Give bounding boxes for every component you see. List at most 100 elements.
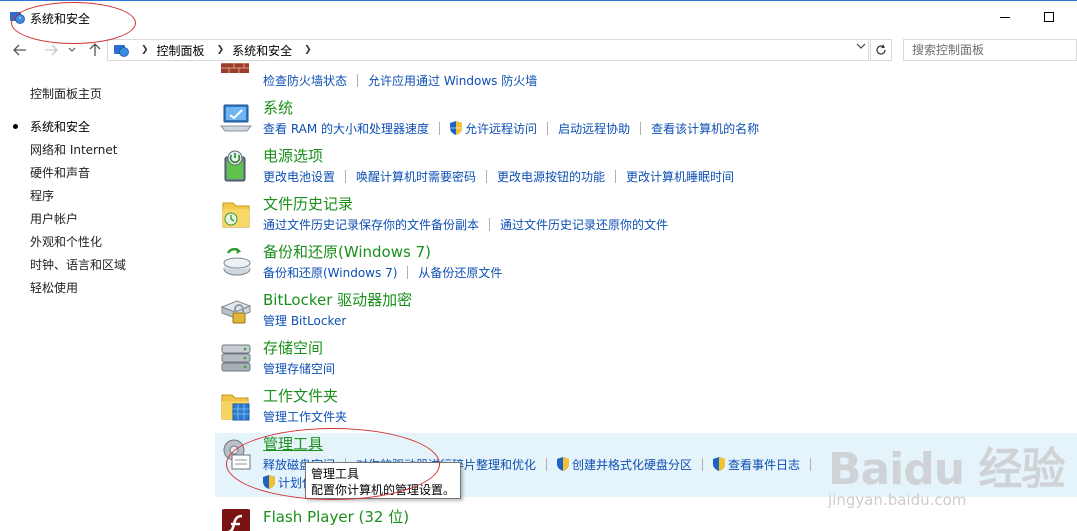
uac-shield-icon — [557, 457, 570, 471]
link-divider — [810, 457, 812, 471]
refresh-icon — [876, 44, 886, 55]
nav-item-hardware-sound[interactable]: 硬件和声音 — [30, 164, 90, 181]
link-divider — [640, 121, 642, 135]
category-links: 管理 BitLocker — [263, 312, 346, 328]
category-title[interactable]: Flash Player (32 位) — [263, 506, 409, 527]
category-title[interactable]: 系统 — [263, 97, 293, 118]
category-links: 查看 RAM 的大小和处理器速度 允许远程访问 启动远程协助 查看该计算机的名称 — [263, 120, 759, 136]
nav-control-panel-home[interactable]: 控制面板主页 — [30, 85, 102, 102]
refresh-button[interactable] — [870, 39, 892, 61]
link-change-battery-settings[interactable]: 更改电池设置 — [263, 168, 335, 185]
category-title[interactable]: 电源选项 — [263, 145, 323, 166]
link-backup-restore-win7[interactable]: 备份和还原(Windows 7) — [263, 264, 397, 281]
nav-item-appearance[interactable]: 外观和个性化 — [30, 233, 102, 250]
nav-item-programs[interactable]: 程序 — [30, 187, 54, 204]
nav-item-user-accounts[interactable]: 用户帐户 — [30, 210, 78, 227]
power-battery-icon — [224, 150, 246, 182]
work-folders-icon — [221, 394, 250, 421]
tooltip-description: 配置你计算机的管理设置。 — [311, 483, 456, 497]
chevron-down-icon — [856, 43, 866, 49]
baidu-watermark: Baidu 经验 jingyan.baidu.com — [828, 433, 1068, 523]
nav-item-system-security[interactable]: 系统和安全 — [30, 118, 90, 135]
link-divider — [547, 121, 549, 135]
breadcrumb-system-security[interactable]: 系统和安全 — [232, 42, 292, 59]
nav-item-ease-of-access[interactable]: 轻松使用 — [30, 279, 78, 296]
active-bullet-icon — [13, 124, 18, 129]
category-system: 系统 查看 RAM 的大小和处理器速度 允许远程访问 启动远程协助 查看该计算机… — [215, 97, 1077, 145]
link-allow-remote-access[interactable]: 允许远程访问 — [465, 120, 537, 137]
link-allow-app-firewall[interactable]: 允许应用通过 Windows 防火墙 — [368, 72, 537, 89]
recent-locations-button[interactable] — [66, 40, 78, 60]
nav-item-network-internet[interactable]: 网络和 Internet — [30, 141, 117, 158]
control-panel-icon — [10, 12, 25, 24]
link-save-backup-copies[interactable]: 通过文件历史记录保存你的文件备份副本 — [263, 216, 479, 233]
category-bitlocker: BitLocker 驱动器加密 管理 BitLocker — [215, 289, 1077, 337]
link-divider — [357, 73, 359, 87]
navigation-bar: ❯ 控制面板 ❯ 系统和安全 ❯ — [0, 37, 1077, 63]
link-manage-bitlocker[interactable]: 管理 BitLocker — [263, 312, 346, 329]
file-history-icon — [222, 202, 250, 228]
link-divider — [702, 457, 704, 471]
link-divider — [345, 169, 347, 183]
backup-restore-icon — [223, 248, 251, 276]
link-restore-files[interactable]: 通过文件历史记录还原你的文件 — [500, 216, 668, 233]
minimize-icon — [1000, 16, 1010, 18]
nav-item-clock-region[interactable]: 时钟、语言和区域 — [30, 256, 126, 273]
flash-player-icon — [222, 509, 250, 531]
chevron-down-icon — [68, 47, 76, 52]
link-require-password-wake[interactable]: 唤醒计算机时需要密码 — [356, 168, 476, 185]
arrow-right-icon — [45, 44, 58, 56]
link-change-sleep-time[interactable]: 更改计算机睡眠时间 — [626, 168, 734, 185]
category-links: 管理存储空间 — [263, 360, 335, 376]
link-launch-remote-assistance[interactable]: 启动远程协助 — [558, 120, 630, 137]
search-input[interactable] — [903, 39, 1077, 61]
breadcrumb-separator-icon[interactable]: ❯ — [141, 45, 149, 55]
uac-shield-icon — [263, 475, 275, 489]
watermark-brand: Baidu 经验 — [828, 444, 1065, 495]
link-view-event-logs[interactable]: 查看事件日志 — [728, 456, 800, 473]
category-links: 检查防火墙状态 允许应用通过 Windows 防火墙 — [263, 72, 537, 88]
link-check-firewall[interactable]: 检查防火墙状态 — [263, 72, 347, 89]
category-title[interactable]: 备份和还原(Windows 7) — [263, 241, 431, 262]
watermark-url: jingyan.baidu.com — [828, 491, 967, 509]
address-dropdown-button[interactable] — [856, 43, 866, 53]
link-manage-work-folders[interactable]: 管理工作文件夹 — [263, 408, 347, 425]
bitlocker-icon — [220, 300, 252, 324]
breadcrumb-separator-icon[interactable]: ❯ — [304, 45, 312, 55]
title-bar: 系统和安全 — [0, 1, 1077, 33]
forward-button[interactable] — [42, 40, 60, 60]
category-file-history: 文件历史记录 通过文件历史记录保存你的文件备份副本 通过文件历史记录还原你的文件 — [215, 193, 1077, 241]
category-storage-spaces: 存储空间 管理存储空间 — [215, 337, 1077, 385]
category-firewall: 检查防火墙状态 允许应用通过 Windows 防火墙 — [215, 63, 1077, 97]
category-title[interactable]: 工作文件夹 — [263, 385, 338, 406]
category-title[interactable]: 文件历史记录 — [263, 193, 353, 214]
category-title[interactable]: 存储空间 — [263, 337, 323, 358]
link-view-computer-name[interactable]: 查看该计算机的名称 — [651, 120, 759, 137]
breadcrumb-separator-icon[interactable]: ❯ — [217, 45, 225, 55]
address-bar[interactable]: ❯ 控制面板 ❯ 系统和安全 ❯ — [107, 39, 869, 61]
category-title[interactable]: 管理工具 — [263, 433, 323, 454]
system-monitor-icon — [219, 104, 253, 132]
admin-tools-tooltip: 管理工具 配置你计算机的管理设置。 — [305, 462, 461, 499]
link-view-ram-cpu[interactable]: 查看 RAM 的大小和处理器速度 — [263, 120, 429, 137]
link-power-button-function[interactable]: 更改电源按钮的功能 — [497, 168, 605, 185]
breadcrumb-control-panel[interactable]: 控制面板 — [157, 42, 205, 59]
uac-shield-icon — [713, 457, 726, 471]
link-manage-storage-spaces[interactable]: 管理存储空间 — [263, 360, 335, 377]
category-links: 管理工作文件夹 — [263, 408, 347, 424]
tooltip-title: 管理工具 — [311, 467, 360, 481]
link-create-format-partitions[interactable]: 创建并格式化硬盘分区 — [572, 456, 692, 473]
category-title[interactable]: BitLocker 驱动器加密 — [263, 289, 412, 310]
minimize-button[interactable] — [982, 1, 1028, 33]
link-divider — [407, 265, 409, 279]
back-button[interactable] — [11, 40, 29, 60]
left-navigation: 控制面板主页 系统和安全 网络和 Internet 硬件和声音 程序 用户帐户 … — [0, 67, 215, 531]
link-restore-from-backup[interactable]: 从备份还原文件 — [418, 264, 502, 281]
uac-shield-icon — [450, 121, 463, 135]
up-button[interactable] — [86, 40, 104, 60]
admin-tools-icon — [223, 439, 251, 470]
arrow-up-icon — [89, 43, 101, 56]
category-power-options: 电源选项 更改电池设置 唤醒计算机时需要密码 更改电源按钮的功能 更改计算机睡眠… — [215, 145, 1077, 193]
firewall-icon — [221, 63, 249, 73]
maximize-button[interactable] — [1026, 1, 1072, 33]
